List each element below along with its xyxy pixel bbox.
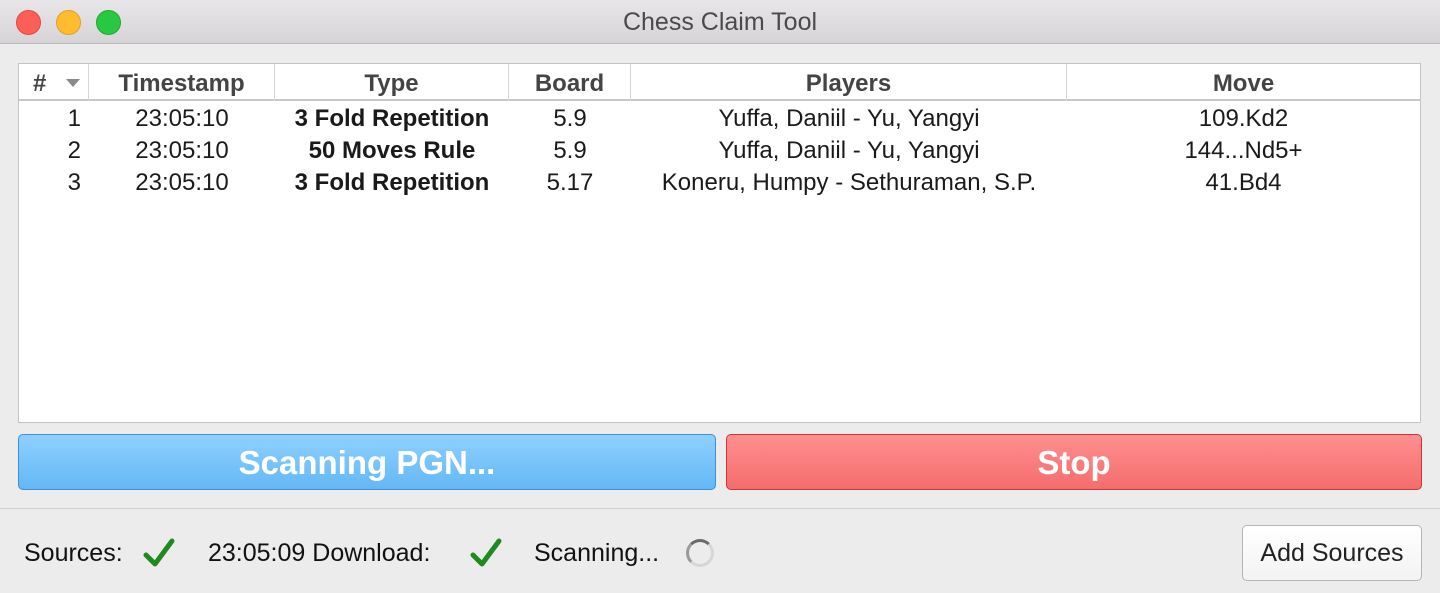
spinner-icon	[686, 539, 714, 567]
window-title: Chess Claim Tool	[622, 8, 818, 36]
row-players: Koneru, Humpy - Sethuraman, S.P.	[661, 169, 1037, 196]
chess-claim-window: Chess Claim Tool # Timestamp Type Board …	[0, 0, 1440, 593]
add-sources-button[interactable]: Add Sources	[1242, 525, 1422, 581]
row-players: Yuffa, Daniil - Yu, Yangyi	[718, 137, 980, 164]
row-timestamp: 23:05:10	[135, 169, 229, 196]
column-header-type[interactable]: Type	[275, 64, 509, 101]
title-bar[interactable]: Chess Claim Tool	[0, 0, 1440, 44]
row-move: 41.Bd4	[1205, 169, 1282, 196]
row-timestamp: 23:05:10	[135, 137, 229, 164]
table-row[interactable]: 3 23:05:10 3 Fold Repetition 5.17 Koneru…	[19, 167, 1420, 199]
checkmark-icon	[143, 538, 175, 567]
row-board: 5.9	[553, 137, 587, 164]
column-header-players[interactable]: Players	[631, 64, 1067, 101]
row-timestamp: 23:05:10	[135, 105, 229, 132]
row-type: 50 Moves Rule	[308, 137, 476, 164]
column-header-timestamp[interactable]: Timestamp	[89, 64, 275, 101]
row-board: 5.9	[553, 105, 587, 132]
column-header-number[interactable]: #	[19, 64, 89, 101]
scanning-pgn-button[interactable]: Scanning PGN...	[18, 434, 716, 490]
table-row[interactable]: 2 23:05:10 50 Moves Rule 5.9 Yuffa, Dani…	[19, 135, 1420, 167]
claims-table[interactable]: # Timestamp Type Board Players Move 1 23…	[18, 63, 1421, 423]
table-header: # Timestamp Type Board Players Move	[19, 64, 1420, 101]
stop-button[interactable]: Stop	[726, 434, 1422, 490]
row-move: 109.Kd2	[1198, 105, 1289, 132]
row-players: Yuffa, Daniil - Yu, Yangyi	[718, 105, 980, 132]
column-header-board[interactable]: Board	[509, 64, 631, 101]
table-row[interactable]: 1 23:05:10 3 Fold Repetition 5.9 Yuffa, …	[19, 103, 1420, 135]
row-board: 5.17	[546, 169, 594, 196]
column-header-move[interactable]: Move	[1067, 64, 1420, 101]
sources-status-label: Sources:	[24, 539, 123, 567]
chevron-down-icon	[66, 79, 80, 87]
status-bar: Sources: 23:05:09 Download: Scanning... …	[0, 508, 1440, 593]
row-number: 2	[67, 137, 81, 164]
scanning-status-label: Scanning...	[534, 539, 660, 567]
column-header-number-label: #	[33, 70, 47, 97]
row-type: 3 Fold Repetition	[294, 105, 490, 132]
download-status-label: 23:05:09 Download:	[208, 539, 431, 567]
checkmark-icon	[470, 538, 502, 567]
row-number: 3	[67, 169, 81, 196]
row-type: 3 Fold Repetition	[294, 169, 490, 196]
row-number: 1	[67, 105, 81, 132]
row-move: 144...Nd5+	[1184, 137, 1303, 164]
